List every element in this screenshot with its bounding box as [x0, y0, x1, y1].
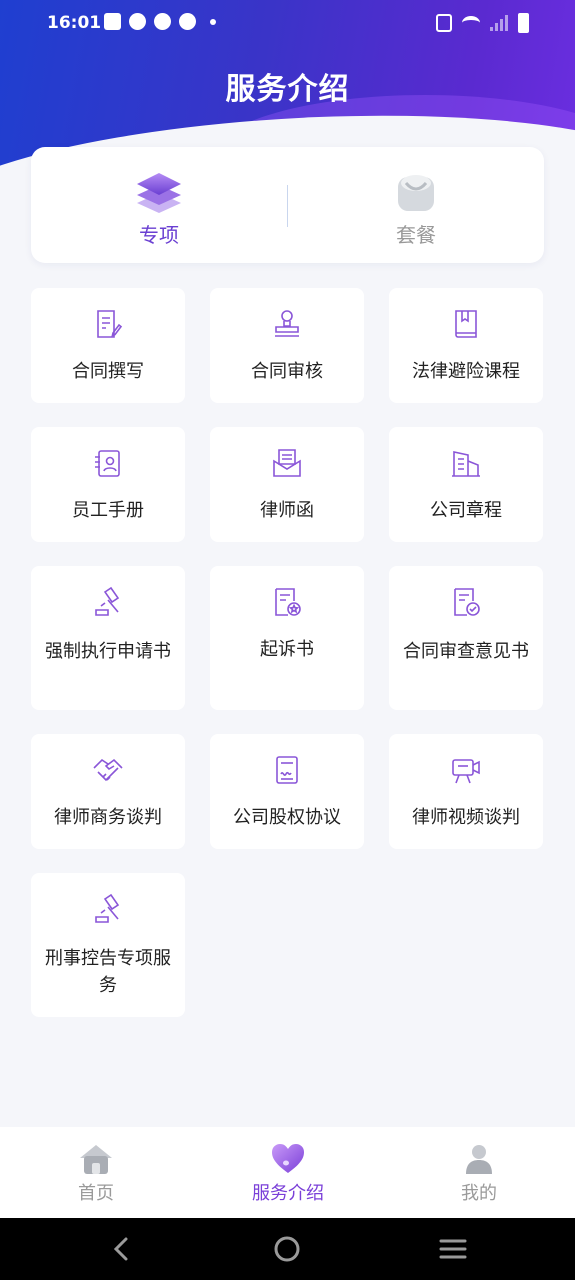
- service-label: 合同审查意见书: [403, 641, 529, 662]
- document-edit-icon: [97, 310, 123, 338]
- handshake-icon: [93, 758, 123, 782]
- nav-profile[interactable]: 我的: [383, 1127, 575, 1218]
- back-icon[interactable]: [105, 1232, 139, 1266]
- app-notification-icon: [129, 13, 146, 30]
- status-time: 16:01: [47, 13, 102, 33]
- layers-icon: [137, 173, 181, 213]
- gavel-icon: [95, 586, 120, 616]
- service-card-indictment[interactable]: 起诉书: [210, 566, 364, 710]
- notification-icons: [104, 13, 216, 30]
- service-card-equity-agreement[interactable]: 公司股权协议: [210, 734, 364, 849]
- service-card-contract-review[interactable]: 合同审核: [210, 288, 364, 403]
- document-star-icon: [275, 588, 301, 616]
- book-icon: [455, 310, 477, 338]
- mail-notification-icon: [104, 13, 121, 30]
- service-label: 公司股权协议: [233, 807, 341, 828]
- nav-home[interactable]: 首页: [0, 1127, 192, 1218]
- service-card-video-negotiation[interactable]: 律师视频谈判: [389, 734, 543, 849]
- service-card-review-opinion[interactable]: 合同审查意见书: [389, 566, 543, 710]
- page-title: 服务介绍: [225, 72, 350, 107]
- service-card-contract-drafting[interactable]: 合同撰写: [31, 288, 185, 403]
- service-card-legal-course[interactable]: 法律避险课程: [389, 288, 543, 403]
- gavel-icon: [95, 893, 120, 923]
- service-label: 起诉书: [260, 639, 314, 660]
- service-label: 合同审核: [251, 361, 323, 382]
- tab-label: 套餐: [396, 223, 436, 247]
- home-circle-icon[interactable]: [270, 1232, 304, 1266]
- service-label: 律师视频谈判: [412, 807, 520, 828]
- tab-special[interactable]: 专项: [31, 147, 287, 263]
- nav-label: 首页: [78, 1183, 114, 1204]
- user-icon: [466, 1145, 492, 1174]
- letter-icon: [273, 449, 301, 477]
- more-notifications-icon: [210, 18, 216, 25]
- nav-label: 服务介绍: [252, 1183, 324, 1204]
- heart-icon: [272, 1144, 304, 1173]
- nav-label: 我的: [461, 1183, 497, 1204]
- service-card-business-negotiation[interactable]: 律师商务谈判: [31, 734, 185, 849]
- building-icon: [452, 451, 480, 477]
- id-card-icon: [95, 450, 120, 477]
- home-icon: [80, 1145, 112, 1174]
- video-call-icon: [452, 759, 480, 784]
- contract-signature-icon: [276, 756, 298, 784]
- battery-icon: [518, 13, 529, 33]
- signal-icon: [490, 15, 508, 31]
- service-label: 强制执行申请书: [45, 641, 171, 662]
- app-notification-icon: [154, 13, 171, 30]
- service-card-articles-of-association[interactable]: 公司章程: [389, 427, 543, 542]
- system-icons: [436, 13, 529, 33]
- service-card-employee-handbook[interactable]: 员工手册: [31, 427, 185, 542]
- service-card-lawyer-letter[interactable]: 律师函: [210, 427, 364, 542]
- service-label: 律师函: [260, 500, 314, 521]
- service-label: 刑事控告专项服务: [45, 948, 171, 996]
- bottom-navigation: 首页 服务介绍 我的: [0, 1127, 575, 1218]
- package-bag-icon: [398, 175, 434, 211]
- recent-apps-icon[interactable]: [436, 1232, 470, 1266]
- service-label: 律师商务谈判: [54, 807, 162, 828]
- category-tabs: 专项 套餐: [31, 147, 544, 263]
- status-bar: 16:01: [0, 0, 575, 48]
- system-navigation-bar: [0, 1218, 575, 1280]
- document-check-icon: [454, 588, 480, 616]
- stamp-icon: [275, 310, 299, 337]
- nav-services[interactable]: 服务介绍: [192, 1127, 384, 1218]
- service-card-enforcement-application[interactable]: 强制执行申请书: [31, 566, 185, 710]
- service-label: 员工手册: [72, 500, 144, 521]
- service-card-criminal-complaint[interactable]: 刑事控告专项服务: [31, 873, 185, 1017]
- service-label: 法律避险课程: [412, 361, 520, 382]
- app-notification-icon: [179, 13, 196, 30]
- tab-package[interactable]: 套餐: [288, 147, 544, 263]
- tab-label: 专项: [139, 223, 179, 247]
- service-label: 公司章程: [430, 500, 502, 521]
- wifi-icon: [462, 16, 480, 30]
- vibrate-icon: [436, 14, 452, 32]
- service-label: 合同撰写: [72, 361, 144, 382]
